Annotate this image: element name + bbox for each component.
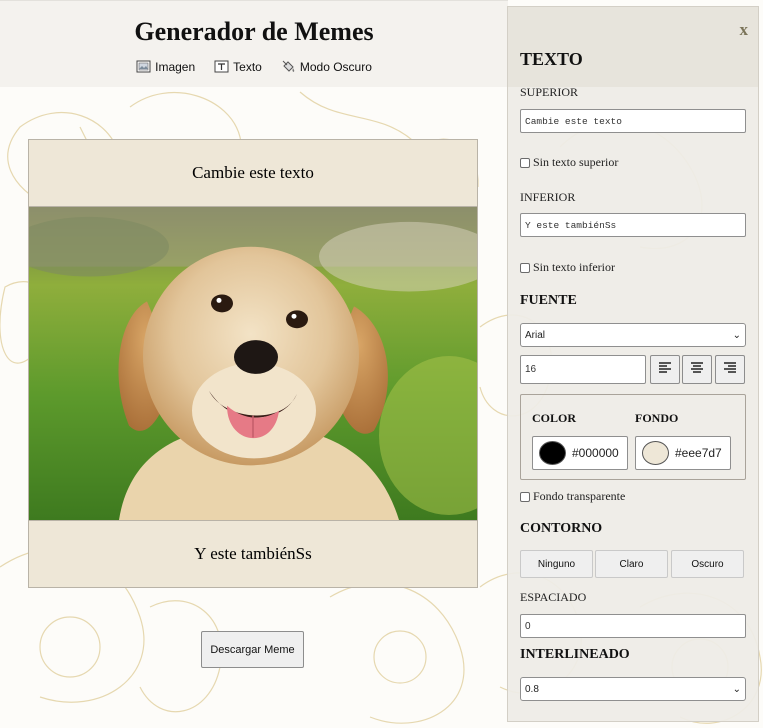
section-interlineado-title: INTERLINEADO [520,647,630,662]
no-bottom-text-checkbox[interactable] [520,262,530,273]
meme-preview: Cambie este texto Y este tambiénSs [28,139,478,588]
text-color-value: #000000 [572,446,619,460]
outline-dark-button[interactable]: Oscuro [671,550,744,578]
section-texto-title: TEXTO [520,49,583,69]
spacing-label: ESPACIADO [520,590,587,604]
bg-color-label: FONDO [635,411,679,425]
outline-none-button[interactable]: Ninguno [520,550,593,578]
font-size-input[interactable]: 16 [520,355,646,384]
no-top-text-checkbox[interactable] [520,157,530,168]
align-right-icon [723,361,737,379]
top-text-input[interactable]: Cambie este texto [520,109,746,133]
bottom-text-input[interactable]: Y este tambiénSs [520,213,746,237]
nav-modo-oscuro-label: Modo Oscuro [299,59,372,74]
align-left-icon [658,361,672,379]
chevron-down-icon: ⌄ [732,329,741,341]
font-family-value: Arial [525,329,546,341]
no-top-text-row[interactable]: Sin texto superior [520,155,618,170]
transparent-bg-checkbox[interactable] [520,491,530,502]
nav-texto[interactable]: Texto [214,59,262,74]
spacing-input[interactable]: 0 [520,614,746,638]
meme-top-text: Cambie este texto [29,140,477,206]
top-text-label: SUPERIOR [520,85,579,99]
nav-texto-label: Texto [233,59,262,74]
font-family-select[interactable]: Arial ⌄ [520,323,746,347]
meme-bottom-text: Y este tambiénSs [29,521,477,587]
close-panel-button[interactable]: x [740,20,749,40]
nav-imagen-label: Imagen [155,59,196,74]
no-bottom-text-label: Sin texto inferior [533,260,615,274]
image-icon [136,59,151,74]
panel-header [508,7,758,87]
section-contorno-title: CONTORNO [520,521,603,536]
bg-color-swatch [642,441,669,465]
page-title: Generador de Memes [134,17,374,46]
nav-imagen[interactable]: Imagen [136,59,195,74]
nav-modo-oscuro[interactable]: Modo Oscuro [281,59,372,74]
bg-color-value: #eee7d7 [675,446,722,460]
color-label: COLOR [532,411,577,425]
align-right-button[interactable] [715,355,745,384]
meme-image [29,206,477,521]
bg-color-picker[interactable]: #eee7d7 [635,436,731,470]
align-left-button[interactable] [650,355,680,384]
no-top-text-label: Sin texto superior [533,155,619,169]
align-center-button[interactable] [682,355,712,384]
outline-light-button[interactable]: Claro [595,550,668,578]
paint-bucket-icon [281,59,296,74]
text-color-swatch [539,441,566,465]
bottom-text-label: INFERIOR [520,190,576,204]
text-color-picker[interactable]: #000000 [532,436,628,470]
app-header: Generador de Memes Imagen Texto Modo Osc… [0,0,508,87]
transparent-bg-row[interactable]: Fondo transparente [520,489,625,504]
color-settings-box: COLOR FONDO #000000 #eee7d7 [520,394,746,480]
download-meme-button[interactable]: Descargar Meme [201,631,304,668]
transparent-bg-label: Fondo transparente [533,489,626,503]
section-fuente-title: FUENTE [520,293,577,308]
line-height-select[interactable]: 0.8 ⌄ [520,677,746,701]
text-icon [214,59,229,74]
line-height-value: 0.8 [525,683,539,695]
no-bottom-text-row[interactable]: Sin texto inferior [520,260,615,275]
top-nav: Imagen Texto Modo Oscuro [0,59,508,74]
text-settings-panel: x TEXTO SUPERIOR Cambie este texto Sin t… [507,6,759,722]
chevron-down-icon: ⌄ [732,683,741,695]
align-center-icon [690,361,704,379]
